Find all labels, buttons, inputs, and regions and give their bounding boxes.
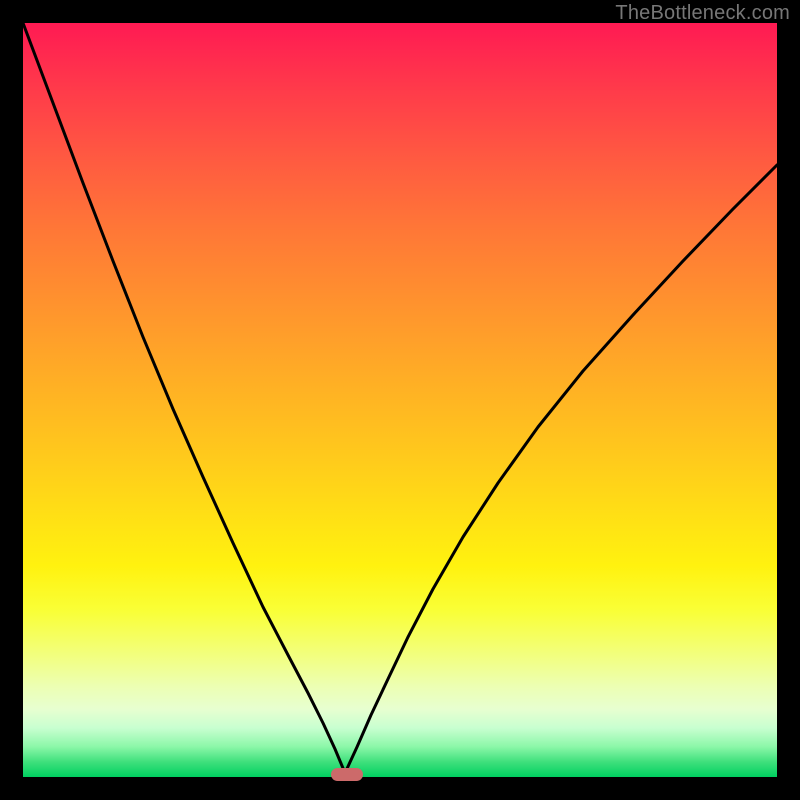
plot-area (23, 23, 777, 777)
watermark-text: TheBottleneck.com (615, 2, 790, 25)
optimum-marker (331, 768, 363, 781)
chart-frame: TheBottleneck.com (0, 0, 800, 800)
curve-path (23, 23, 777, 773)
bottleneck-curve (23, 23, 777, 777)
